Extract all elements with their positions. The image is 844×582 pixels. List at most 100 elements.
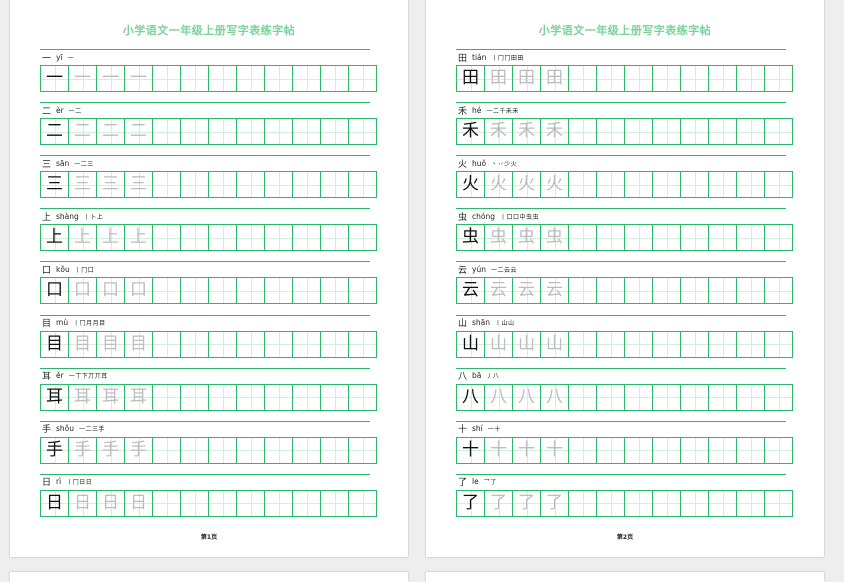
blank-cell[interactable] bbox=[625, 278, 653, 304]
blank-cell[interactable] bbox=[209, 225, 237, 251]
blank-cell[interactable] bbox=[737, 66, 765, 91]
blank-cell[interactable] bbox=[569, 172, 597, 198]
blank-cell[interactable] bbox=[597, 172, 625, 198]
blank-cell[interactable] bbox=[681, 172, 709, 198]
blank-cell[interactable] bbox=[153, 384, 181, 410]
blank-cell[interactable] bbox=[765, 278, 793, 304]
blank-cell[interactable] bbox=[653, 278, 681, 304]
blank-cell[interactable] bbox=[765, 66, 793, 91]
blank-cell[interactable] bbox=[597, 225, 625, 251]
blank-cell[interactable] bbox=[709, 278, 737, 304]
blank-cell[interactable] bbox=[681, 490, 709, 516]
blank-cell[interactable] bbox=[237, 172, 265, 198]
blank-cell[interactable] bbox=[209, 384, 237, 410]
blank-cell[interactable] bbox=[321, 331, 349, 357]
blank-cell[interactable] bbox=[209, 437, 237, 463]
blank-cell[interactable] bbox=[681, 437, 709, 463]
blank-cell[interactable] bbox=[653, 331, 681, 357]
blank-cell[interactable] bbox=[153, 172, 181, 198]
blank-cell[interactable] bbox=[349, 278, 377, 304]
blank-cell[interactable] bbox=[653, 437, 681, 463]
blank-cell[interactable] bbox=[737, 384, 765, 410]
blank-cell[interactable] bbox=[625, 66, 653, 91]
blank-cell[interactable] bbox=[209, 119, 237, 145]
blank-cell[interactable] bbox=[293, 331, 321, 357]
blank-cell[interactable] bbox=[265, 278, 293, 304]
blank-cell[interactable] bbox=[237, 278, 265, 304]
blank-cell[interactable] bbox=[153, 66, 181, 91]
blank-cell[interactable] bbox=[293, 490, 321, 516]
blank-cell[interactable] bbox=[765, 331, 793, 357]
blank-cell[interactable] bbox=[737, 172, 765, 198]
blank-cell[interactable] bbox=[293, 225, 321, 251]
blank-cell[interactable] bbox=[293, 278, 321, 304]
blank-cell[interactable] bbox=[293, 66, 321, 91]
blank-cell[interactable] bbox=[181, 331, 209, 357]
blank-cell[interactable] bbox=[265, 490, 293, 516]
blank-cell[interactable] bbox=[737, 490, 765, 516]
blank-cell[interactable] bbox=[681, 66, 709, 91]
blank-cell[interactable] bbox=[153, 490, 181, 516]
blank-cell[interactable] bbox=[181, 172, 209, 198]
blank-cell[interactable] bbox=[737, 119, 765, 145]
blank-cell[interactable] bbox=[765, 490, 793, 516]
blank-cell[interactable] bbox=[709, 331, 737, 357]
blank-cell[interactable] bbox=[181, 490, 209, 516]
blank-cell[interactable] bbox=[293, 172, 321, 198]
blank-cell[interactable] bbox=[209, 66, 237, 91]
blank-cell[interactable] bbox=[265, 225, 293, 251]
blank-cell[interactable] bbox=[653, 490, 681, 516]
blank-cell[interactable] bbox=[321, 278, 349, 304]
blank-cell[interactable] bbox=[153, 119, 181, 145]
blank-cell[interactable] bbox=[737, 225, 765, 251]
blank-cell[interactable] bbox=[625, 384, 653, 410]
blank-cell[interactable] bbox=[237, 437, 265, 463]
blank-cell[interactable] bbox=[597, 437, 625, 463]
blank-cell[interactable] bbox=[597, 331, 625, 357]
blank-cell[interactable] bbox=[349, 66, 377, 91]
blank-cell[interactable] bbox=[625, 490, 653, 516]
blank-cell[interactable] bbox=[209, 490, 237, 516]
blank-cell[interactable] bbox=[569, 66, 597, 91]
blank-cell[interactable] bbox=[349, 172, 377, 198]
blank-cell[interactable] bbox=[681, 119, 709, 145]
blank-cell[interactable] bbox=[321, 225, 349, 251]
blank-cell[interactable] bbox=[349, 225, 377, 251]
blank-cell[interactable] bbox=[321, 66, 349, 91]
blank-cell[interactable] bbox=[625, 172, 653, 198]
blank-cell[interactable] bbox=[237, 119, 265, 145]
blank-cell[interactable] bbox=[569, 119, 597, 145]
blank-cell[interactable] bbox=[625, 119, 653, 145]
blank-cell[interactable] bbox=[265, 331, 293, 357]
blank-cell[interactable] bbox=[765, 437, 793, 463]
blank-cell[interactable] bbox=[181, 384, 209, 410]
blank-cell[interactable] bbox=[709, 437, 737, 463]
blank-cell[interactable] bbox=[765, 172, 793, 198]
blank-cell[interactable] bbox=[265, 66, 293, 91]
blank-cell[interactable] bbox=[349, 119, 377, 145]
blank-cell[interactable] bbox=[681, 225, 709, 251]
blank-cell[interactable] bbox=[237, 490, 265, 516]
blank-cell[interactable] bbox=[625, 225, 653, 251]
blank-cell[interactable] bbox=[237, 66, 265, 91]
blank-cell[interactable] bbox=[321, 119, 349, 145]
blank-cell[interactable] bbox=[209, 331, 237, 357]
blank-cell[interactable] bbox=[765, 119, 793, 145]
blank-cell[interactable] bbox=[349, 437, 377, 463]
blank-cell[interactable] bbox=[349, 384, 377, 410]
blank-cell[interactable] bbox=[737, 278, 765, 304]
blank-cell[interactable] bbox=[209, 172, 237, 198]
blank-cell[interactable] bbox=[709, 490, 737, 516]
blank-cell[interactable] bbox=[653, 225, 681, 251]
blank-cell[interactable] bbox=[681, 331, 709, 357]
blank-cell[interactable] bbox=[597, 384, 625, 410]
blank-cell[interactable] bbox=[209, 278, 237, 304]
blank-cell[interactable] bbox=[321, 172, 349, 198]
blank-cell[interactable] bbox=[625, 331, 653, 357]
blank-cell[interactable] bbox=[153, 225, 181, 251]
blank-cell[interactable] bbox=[765, 225, 793, 251]
blank-cell[interactable] bbox=[321, 490, 349, 516]
blank-cell[interactable] bbox=[181, 225, 209, 251]
blank-cell[interactable] bbox=[597, 119, 625, 145]
blank-cell[interactable] bbox=[569, 331, 597, 357]
